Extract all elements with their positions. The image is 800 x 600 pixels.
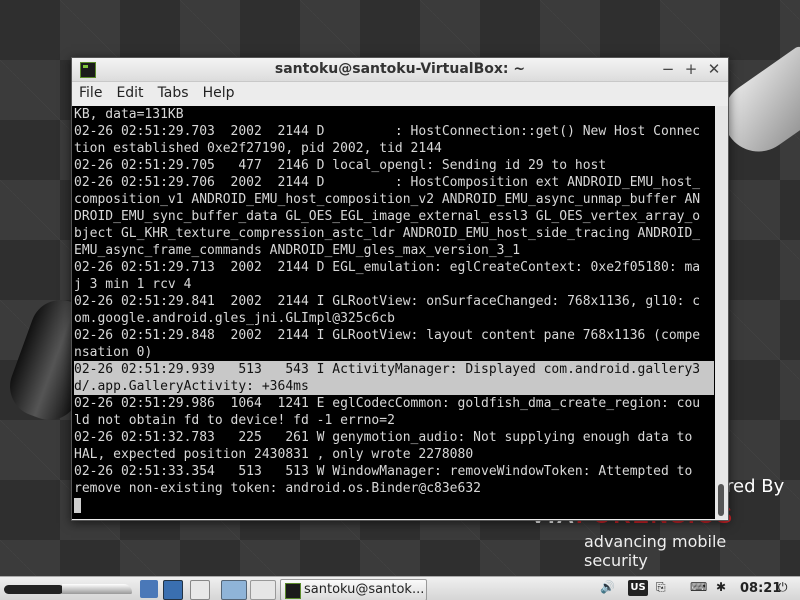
terminal-line: EMU_async_frame_commands ANDROID_EMU_gle… (74, 243, 521, 258)
taskbar-task-terminal[interactable]: santoku@santok... (280, 579, 427, 600)
terminal-line: 02-26 02:51:29.706 2002 2144 D : HostCom… (74, 175, 701, 190)
menu-bar: File Edit Tabs Help (72, 82, 728, 106)
menu-edit[interactable]: Edit (109, 82, 150, 101)
terminal-task-icon (285, 583, 301, 599)
terminal-line: HAL, expected position 2430831 , only wr… (74, 447, 474, 462)
keyboard-icon[interactable]: ⌨ (690, 580, 707, 598)
scrollbar-thumb[interactable] (718, 484, 724, 516)
window-titlebar[interactable]: santoku@santoku-VirtualBox: ~ − + ✕ (72, 58, 728, 82)
powered-by-text: red By (726, 476, 785, 497)
terminal-line: tion established 0xe2f27190, pid 2002, t… (74, 141, 442, 156)
menu-help[interactable]: Help (196, 82, 242, 101)
minimize-button[interactable]: − (658, 59, 678, 79)
maximize-button[interactable]: + (681, 59, 701, 79)
terminal-line: 02-26 02:51:29.713 2002 2144 D EGL_emula… (74, 260, 701, 275)
terminal-prompt-line[interactable] (74, 497, 714, 514)
task-label: santoku@santok... (304, 582, 425, 597)
taskbar: santoku@santok... 🔊 US ⎘ ⌨ ✱ 08:21 ⏻ (0, 576, 800, 600)
file-manager-icon[interactable] (140, 580, 158, 598)
power-icon[interactable]: ⏻ (778, 580, 788, 598)
terminal-line: 02-26 02:51:33.354 513 513 W WindowManag… (74, 464, 693, 479)
terminal-cursor (74, 498, 81, 513)
terminal-lines: KB, data=131KB 02-26 02:51:29.703 2002 21… (74, 106, 714, 514)
terminal-line: 02-26 02:51:32.783 225 261 W genymotion_… (74, 430, 693, 445)
keyboard-layout-indicator[interactable]: US (628, 580, 648, 596)
app-launcher-icon[interactable] (163, 580, 183, 600)
terminal-line: j 3 min 1 rcv 4 (74, 277, 192, 292)
desktop-2-icon[interactable] (250, 580, 276, 600)
input-method-icon[interactable]: ✱ (716, 580, 726, 598)
terminal-line: composition_v1 ANDROID_EMU_host_composit… (74, 192, 701, 207)
desktop-1-icon[interactable] (221, 580, 247, 600)
terminal-line-highlighted: d/.app.GalleryActivity: +364ms (74, 378, 714, 395)
terminal-line: 02-26 02:51:29.848 2002 2144 I GLRootVie… (74, 328, 701, 343)
tagline: advancing mobile security (584, 532, 727, 570)
terminal-line: 02-26 02:51:29.703 2002 2144 D : HostCon… (74, 124, 701, 139)
terminal-line-highlighted: 02-26 02:51:29.939 513 543 I ActivityMan… (74, 361, 714, 378)
terminal-line: 02-26 02:51:29.841 2002 2144 I GLRootVie… (74, 294, 701, 309)
menu-tabs[interactable]: Tabs (151, 82, 196, 101)
terminal-line: 02-26 02:51:29.705 477 2146 D local_open… (74, 158, 607, 173)
volume-icon[interactable]: 🔊 (600, 580, 615, 598)
start-menu-knife-icon[interactable] (4, 582, 132, 596)
terminal-line: om.google.android.gles_jni.GLImpl@325c6c… (74, 311, 395, 326)
terminal-line: KB, data=131KB (74, 107, 184, 122)
terminal-window: santoku@santoku-VirtualBox: ~ − + ✕ File… (71, 57, 729, 521)
terminal-line: ld not obtain fd to device! fd -1 errno=… (74, 413, 395, 428)
terminal-scrollbar[interactable] (715, 106, 728, 519)
terminal-line: 02-26 02:51:29.986 1064 1241 E eglCodecC… (74, 396, 701, 411)
terminal-line: DROID_EMU_sync_buffer_data GL_OES_EGL_im… (74, 209, 701, 224)
window-switcher-icon[interactable] (190, 580, 210, 600)
terminal-line: nsation 0) (74, 345, 153, 360)
network-icon[interactable]: ⎘ (656, 580, 666, 598)
window-title: santoku@santoku-VirtualBox: ~ (274, 61, 526, 77)
terminal-line: remove non-existing token: android.os.Bi… (74, 481, 481, 496)
terminal-output[interactable]: KB, data=131KB 02-26 02:51:29.703 2002 21… (72, 106, 715, 519)
menu-file[interactable]: File (72, 82, 109, 101)
terminal-line: bject GL_KHR_texture_compression_astc_ld… (74, 226, 701, 241)
clock[interactable]: 08:21 (740, 581, 781, 596)
close-button[interactable]: ✕ (704, 59, 724, 79)
